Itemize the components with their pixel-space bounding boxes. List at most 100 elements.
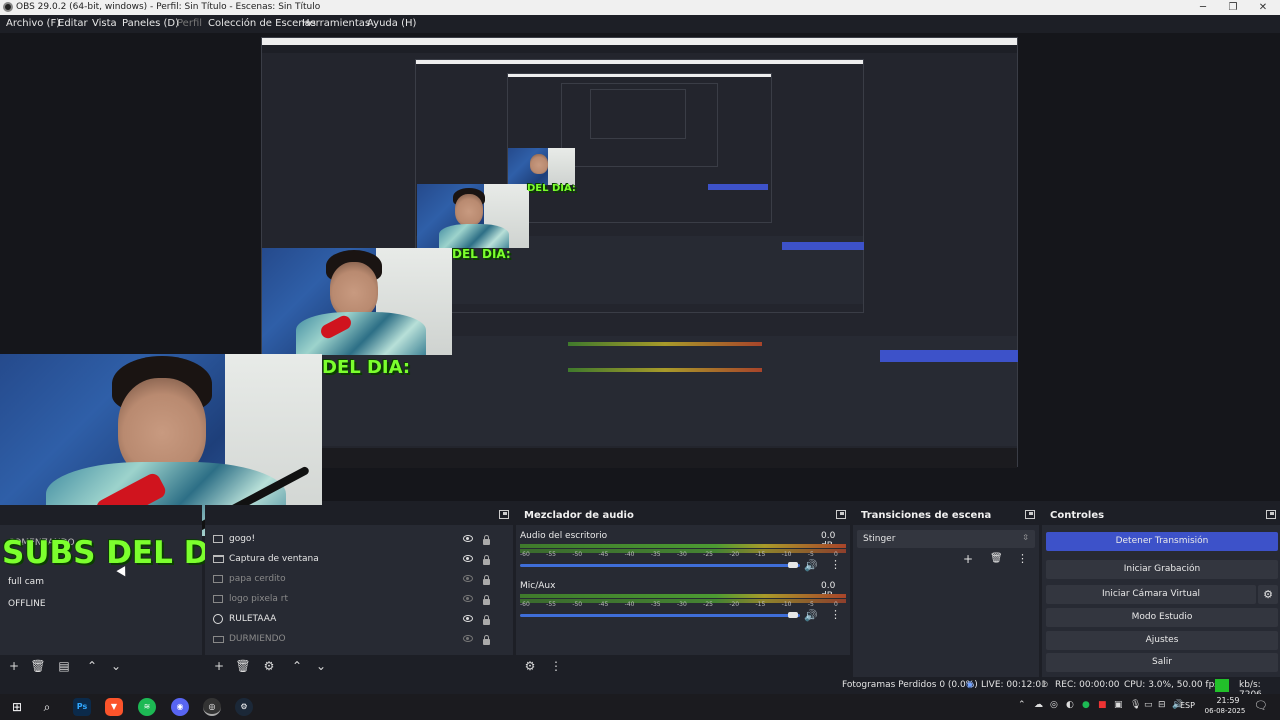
kebab-menu-icon[interactable]: ⋮ — [548, 658, 564, 674]
source-item[interactable]: logo pixela rt — [205, 589, 513, 609]
remove-scene-icon[interactable]: 🗑 — [30, 658, 46, 674]
spotify-icon[interactable]: ≋ — [138, 698, 156, 716]
meter-tick-label: -45 — [598, 601, 609, 608]
tray-spotify-icon[interactable]: ● — [1082, 700, 1090, 710]
kebab-menu-icon[interactable]: ⋮ — [830, 608, 841, 621]
tray-language[interactable]: ESP — [1180, 701, 1195, 710]
tray-network-icon[interactable]: ⊟ — [1158, 700, 1166, 710]
steam-icon[interactable]: ⚙ — [235, 698, 253, 716]
close-button[interactable]: ✕ — [1248, 0, 1278, 15]
menu-paneles[interactable]: Paneles (D) — [122, 18, 179, 29]
add-scene-icon[interactable]: + — [6, 658, 22, 674]
start-virtual-camera-button[interactable]: Iniciar Cámara Virtual — [1046, 585, 1256, 604]
tray-obs-icon[interactable]: ◎ — [1050, 700, 1058, 710]
browser-icon — [213, 614, 223, 624]
scene-item[interactable]: full cam — [0, 572, 202, 592]
visibility-eye-off-icon[interactable] — [463, 575, 473, 582]
tray-date[interactable]: 06-08-2025 — [1200, 707, 1250, 715]
speaker-icon[interactable]: 🔊 — [804, 609, 818, 622]
menu-perfil[interactable]: Perfil — [177, 18, 202, 29]
obs-icon[interactable]: ◎ — [203, 698, 221, 716]
add-transition-icon[interactable]: + — [963, 552, 973, 566]
transition-select[interactable]: Stinger ⇳ — [857, 530, 1035, 548]
lock-icon[interactable] — [483, 535, 490, 545]
window-icon — [213, 555, 224, 563]
remove-source-icon[interactable]: 🗑 — [235, 658, 251, 674]
lock-icon[interactable] — [483, 595, 490, 605]
menu-coleccion-escenas[interactable]: Colección de Escenas — [208, 18, 316, 29]
kebab-menu-icon[interactable]: ⋮ — [830, 558, 841, 571]
visibility-eye-off-icon[interactable] — [463, 635, 473, 642]
source-label: papa cerdito — [229, 574, 286, 584]
minimize-button[interactable]: ─ — [1188, 0, 1218, 15]
windows-start-icon[interactable]: ⊞ — [8, 698, 26, 716]
speaker-icon[interactable]: 🔊 — [804, 559, 818, 572]
source-item[interactable]: RULETAAA — [205, 609, 513, 629]
source-item[interactable]: papa cerdito — [205, 569, 513, 589]
menu-herramientas[interactable]: Herramientas — [302, 18, 370, 29]
meter-tick-label: -15 — [755, 601, 766, 608]
tray-adobe-icon[interactable]: ■ — [1098, 700, 1107, 710]
kebab-menu-icon[interactable]: ⋮ — [1017, 552, 1028, 565]
tray-onedrive-icon[interactable]: ☁ — [1034, 700, 1043, 710]
visibility-eye-icon[interactable] — [463, 555, 473, 562]
menu-editar[interactable]: Editar — [58, 18, 88, 29]
lock-icon[interactable] — [483, 555, 490, 565]
subs-overlay-large-partial: DEL DIA: — [322, 357, 411, 378]
scene-filters-icon[interactable]: ▤ — [56, 658, 72, 674]
studio-mode-button[interactable]: Modo Estudio — [1046, 608, 1278, 627]
undock-icon[interactable] — [1025, 510, 1035, 519]
move-up-icon[interactable]: ⌃ — [84, 658, 100, 674]
undock-icon[interactable] — [1266, 510, 1276, 519]
move-down-icon[interactable]: ⌄ — [313, 658, 329, 674]
lock-icon[interactable] — [483, 635, 490, 645]
tray-steam-icon[interactable]: ◐ — [1066, 700, 1074, 710]
virtual-camera-gear-icon[interactable]: ⚙ — [1258, 585, 1278, 604]
source-item[interactable]: DURMIENDO — [205, 629, 513, 649]
photoshop-icon[interactable]: Ps — [73, 698, 91, 716]
fader-knob[interactable] — [788, 562, 798, 568]
visibility-eye-off-icon[interactable] — [463, 595, 473, 602]
source-item[interactable]: Captura de ventana — [205, 549, 513, 569]
menu-vista[interactable]: Vista — [92, 18, 117, 29]
search-icon[interactable]: ⌕ — [38, 698, 56, 716]
volume-fader[interactable] — [520, 564, 800, 567]
move-up-icon[interactable]: ⌃ — [289, 658, 305, 674]
exit-button[interactable]: Salir — [1046, 653, 1278, 672]
volume-fader[interactable] — [520, 614, 800, 617]
audio-mixer-dock: Mezclador de audio Audio del escritorio … — [516, 505, 850, 677]
meter-tick-label: -25 — [703, 601, 713, 608]
preview-canvas[interactable]: DEL DIA: DEL DIA: DEL DIA: — [0, 33, 1280, 536]
settings-button[interactable]: Ajustes — [1046, 631, 1278, 650]
remove-transition-icon[interactable]: 🗑 — [990, 553, 1003, 564]
source-item[interactable]: gogo! — [205, 529, 513, 549]
tray-chevron-icon[interactable]: ⌃ — [1018, 700, 1026, 710]
undock-icon[interactable] — [499, 510, 509, 519]
meter-tick-label: -60 — [520, 551, 530, 558]
add-source-icon[interactable]: + — [211, 658, 227, 674]
advanced-audio-gear-icon[interactable]: ⚙ — [522, 658, 538, 674]
obs-logo-icon — [3, 2, 13, 12]
lock-icon[interactable] — [483, 575, 490, 585]
maximize-button[interactable]: ❐ — [1218, 0, 1248, 15]
visibility-eye-icon[interactable] — [463, 535, 473, 542]
tray-app-icon[interactable]: ▣ — [1114, 700, 1123, 710]
notification-icon[interactable]: 🗨 — [1254, 699, 1268, 712]
move-down-icon[interactable]: ⌄ — [108, 658, 124, 674]
undock-icon[interactable] — [836, 510, 846, 519]
discord-icon[interactable]: ◉ — [171, 698, 189, 716]
tray-battery-icon[interactable]: ▭ — [1144, 700, 1153, 710]
scene-item[interactable]: OFFLINE — [0, 594, 202, 614]
start-recording-button[interactable]: Iniciar Grabación — [1046, 560, 1278, 579]
lock-icon[interactable] — [483, 615, 490, 625]
visibility-eye-icon[interactable] — [463, 615, 473, 622]
source-properties-gear-icon[interactable]: ⚙ — [261, 658, 277, 674]
brave-icon[interactable]: ▼ — [105, 698, 123, 716]
tray-mic-icon[interactable]: 🎙 — [1130, 700, 1141, 710]
stop-streaming-button[interactable]: Detener Transmisión — [1046, 532, 1278, 551]
menu-archivo[interactable]: Archivo (F) — [6, 18, 60, 29]
tray-time[interactable]: 21:59 — [1210, 696, 1246, 705]
fader-knob[interactable] — [788, 612, 798, 618]
meter-tick-label: -60 — [520, 601, 530, 608]
menu-ayuda[interactable]: Ayuda (H) — [367, 18, 416, 29]
